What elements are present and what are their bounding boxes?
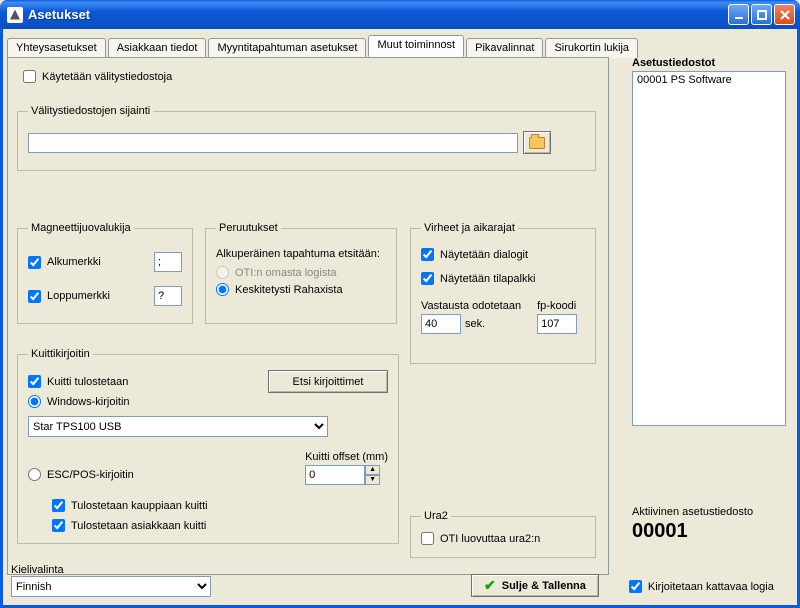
find-printers-button[interactable]: Etsi kirjoittimet: [268, 370, 388, 393]
tab-asiakkaan-tiedot[interactable]: Asiakkaan tiedot: [108, 38, 207, 58]
cancel-opt-oti-label: OTI:n omasta logista: [235, 267, 337, 279]
window-title: Asetukset: [28, 7, 90, 22]
printer-opt-escpos[interactable]: ESC/POS-kirjoitin: [28, 468, 134, 481]
receipt-group: Kuittikirjoitin Kuitti tulostetaan Etsi …: [17, 348, 399, 544]
merchant-copy-checkbox[interactable]: Tulostetaan kauppiaan kuitti: [52, 499, 208, 512]
ura2-legend: Ura2: [421, 510, 451, 522]
minimize-button[interactable]: [728, 4, 749, 25]
printer-opt-windows-label: Windows-kirjoitin: [47, 396, 130, 408]
ura2-checkbox[interactable]: OTI luovuttaa ura2:n: [421, 532, 540, 545]
offset-down[interactable]: ▼: [365, 475, 380, 485]
tab-panel: Käytetään välitystiedostoja Välitystiedo…: [7, 57, 609, 575]
cancel-opt-rahaxi-label: Keskitetysti Rahaxista: [235, 284, 343, 296]
wait-label: Vastausta odotetaan: [421, 300, 521, 312]
offset-up[interactable]: ▲: [365, 465, 380, 475]
ura2-label: OTI luovuttaa ura2:n: [440, 533, 540, 545]
show-statusbars-checkbox[interactable]: Näytetään tilapalkki: [421, 272, 535, 285]
offset-label: Kuitti offset (mm): [305, 451, 388, 463]
end-char-label: Loppumerkki: [47, 290, 110, 302]
temp-files-group: Välitystiedostojen sijainti: [17, 105, 596, 171]
list-item[interactable]: 00001 PS Software: [637, 74, 781, 86]
check-icon: ✔: [484, 577, 496, 594]
fp-label: fp-koodi: [537, 300, 577, 312]
active-settings-value: 00001: [632, 520, 786, 543]
bottom-bar: Kielivalinta Finnish ✔ Sulje & Tallenna …: [11, 564, 787, 597]
customer-copy-checkbox[interactable]: Tulostetaan asiakkaan kuitti: [52, 519, 206, 532]
browse-button[interactable]: [523, 131, 551, 154]
side-panel: Asetustiedostot 00001 PS Software Aktiiv…: [632, 57, 786, 543]
show-dialogs-checkbox[interactable]: Näytetään dialogit: [421, 248, 528, 261]
print-receipt-label: Kuitti tulostetaan: [47, 376, 128, 388]
language-label: Kielivalinta: [11, 564, 221, 576]
mag-reader-group: Magneettijuovalukija Alkumerkki Loppumer…: [17, 222, 193, 324]
show-dialogs-label: Näytetään dialogit: [440, 249, 528, 261]
printer-opt-escpos-label: ESC/POS-kirjoitin: [47, 469, 134, 481]
cancellations-group: Peruutukset Alkuperäinen tapahtuma etsit…: [205, 222, 397, 324]
start-char-label: Alkumerkki: [47, 256, 101, 268]
end-char-checkbox[interactable]: Loppumerkki: [28, 290, 110, 303]
tab-sirukortin-lukija[interactable]: Sirukortin lukija: [545, 38, 638, 58]
printer-opt-windows[interactable]: Windows-kirjoitin: [28, 395, 388, 408]
save-close-button[interactable]: ✔ Sulje & Tallenna: [471, 574, 599, 597]
client-area: Yhteysasetukset Asiakkaan tiedot Myyntit…: [0, 29, 800, 608]
tab-pikavalinnat[interactable]: Pikavalinnat: [466, 38, 543, 58]
show-statusbars-label: Näytetään tilapalkki: [440, 273, 535, 285]
write-log-checkbox[interactable]: Kirjoitetaan kattavaa logia: [629, 580, 774, 593]
temp-files-legend: Välitystiedostojen sijainti: [28, 105, 153, 117]
tab-yhteysasetukset[interactable]: Yhteysasetukset: [7, 38, 106, 58]
mag-reader-legend: Magneettijuovalukija: [28, 222, 134, 234]
cancellations-intro: Alkuperäinen tapahtuma etsitään:: [216, 248, 386, 260]
use-temp-files-checkbox[interactable]: Käytetään välitystiedostoja: [23, 70, 172, 83]
maximize-button[interactable]: [751, 4, 772, 25]
merchant-copy-label: Tulostetaan kauppiaan kuitti: [71, 500, 208, 512]
tab-bar: Yhteysasetukset Asiakkaan tiedot Myyntit…: [7, 35, 793, 57]
settings-files-heading: Asetustiedostot: [632, 57, 786, 69]
temp-files-path-input[interactable]: [28, 133, 518, 153]
errors-legend: Virheet ja aikarajat: [421, 222, 518, 234]
close-button[interactable]: [774, 4, 795, 25]
customer-copy-label: Tulostetaan asiakkaan kuitti: [71, 520, 206, 532]
active-settings-label: Aktiivinen asetustiedosto: [632, 506, 786, 518]
errors-group: Virheet ja aikarajat Näytetään dialogit …: [410, 222, 596, 364]
language-select[interactable]: Finnish: [11, 576, 211, 597]
offset-input[interactable]: [305, 465, 365, 485]
tab-myyntitapahtuman[interactable]: Myyntitapahtuman asetukset: [208, 38, 366, 58]
receipt-legend: Kuittikirjoitin: [28, 348, 93, 360]
wait-unit: sek.: [465, 318, 485, 330]
settings-files-list[interactable]: 00001 PS Software: [632, 71, 786, 426]
app-icon: [7, 7, 23, 23]
titlebar: Asetukset: [0, 0, 800, 29]
offset-spinner[interactable]: ▲ ▼: [305, 465, 380, 485]
use-temp-files-label: Käytetään välitystiedostoja: [42, 71, 172, 83]
tab-muut-toiminnot[interactable]: Muut toiminnost: [368, 35, 464, 57]
print-receipt-checkbox[interactable]: Kuitti tulostetaan: [28, 375, 128, 388]
cancel-opt-oti: OTI:n omasta logista: [216, 266, 386, 279]
printer-select[interactable]: Star TPS100 USB: [28, 416, 328, 437]
ura2-group: Ura2 OTI luovuttaa ura2:n: [410, 510, 596, 558]
wait-input[interactable]: [421, 314, 461, 334]
folder-icon: [529, 137, 545, 149]
start-char-input[interactable]: [154, 252, 182, 272]
fp-input[interactable]: [537, 314, 577, 334]
cancellations-legend: Peruutukset: [216, 222, 281, 234]
start-char-checkbox[interactable]: Alkumerkki: [28, 256, 101, 269]
cancel-opt-rahaxi[interactable]: Keskitetysti Rahaxista: [216, 283, 386, 296]
write-log-label: Kirjoitetaan kattavaa logia: [648, 581, 774, 593]
end-char-input[interactable]: [154, 286, 182, 306]
save-close-label: Sulje & Tallenna: [502, 580, 586, 592]
